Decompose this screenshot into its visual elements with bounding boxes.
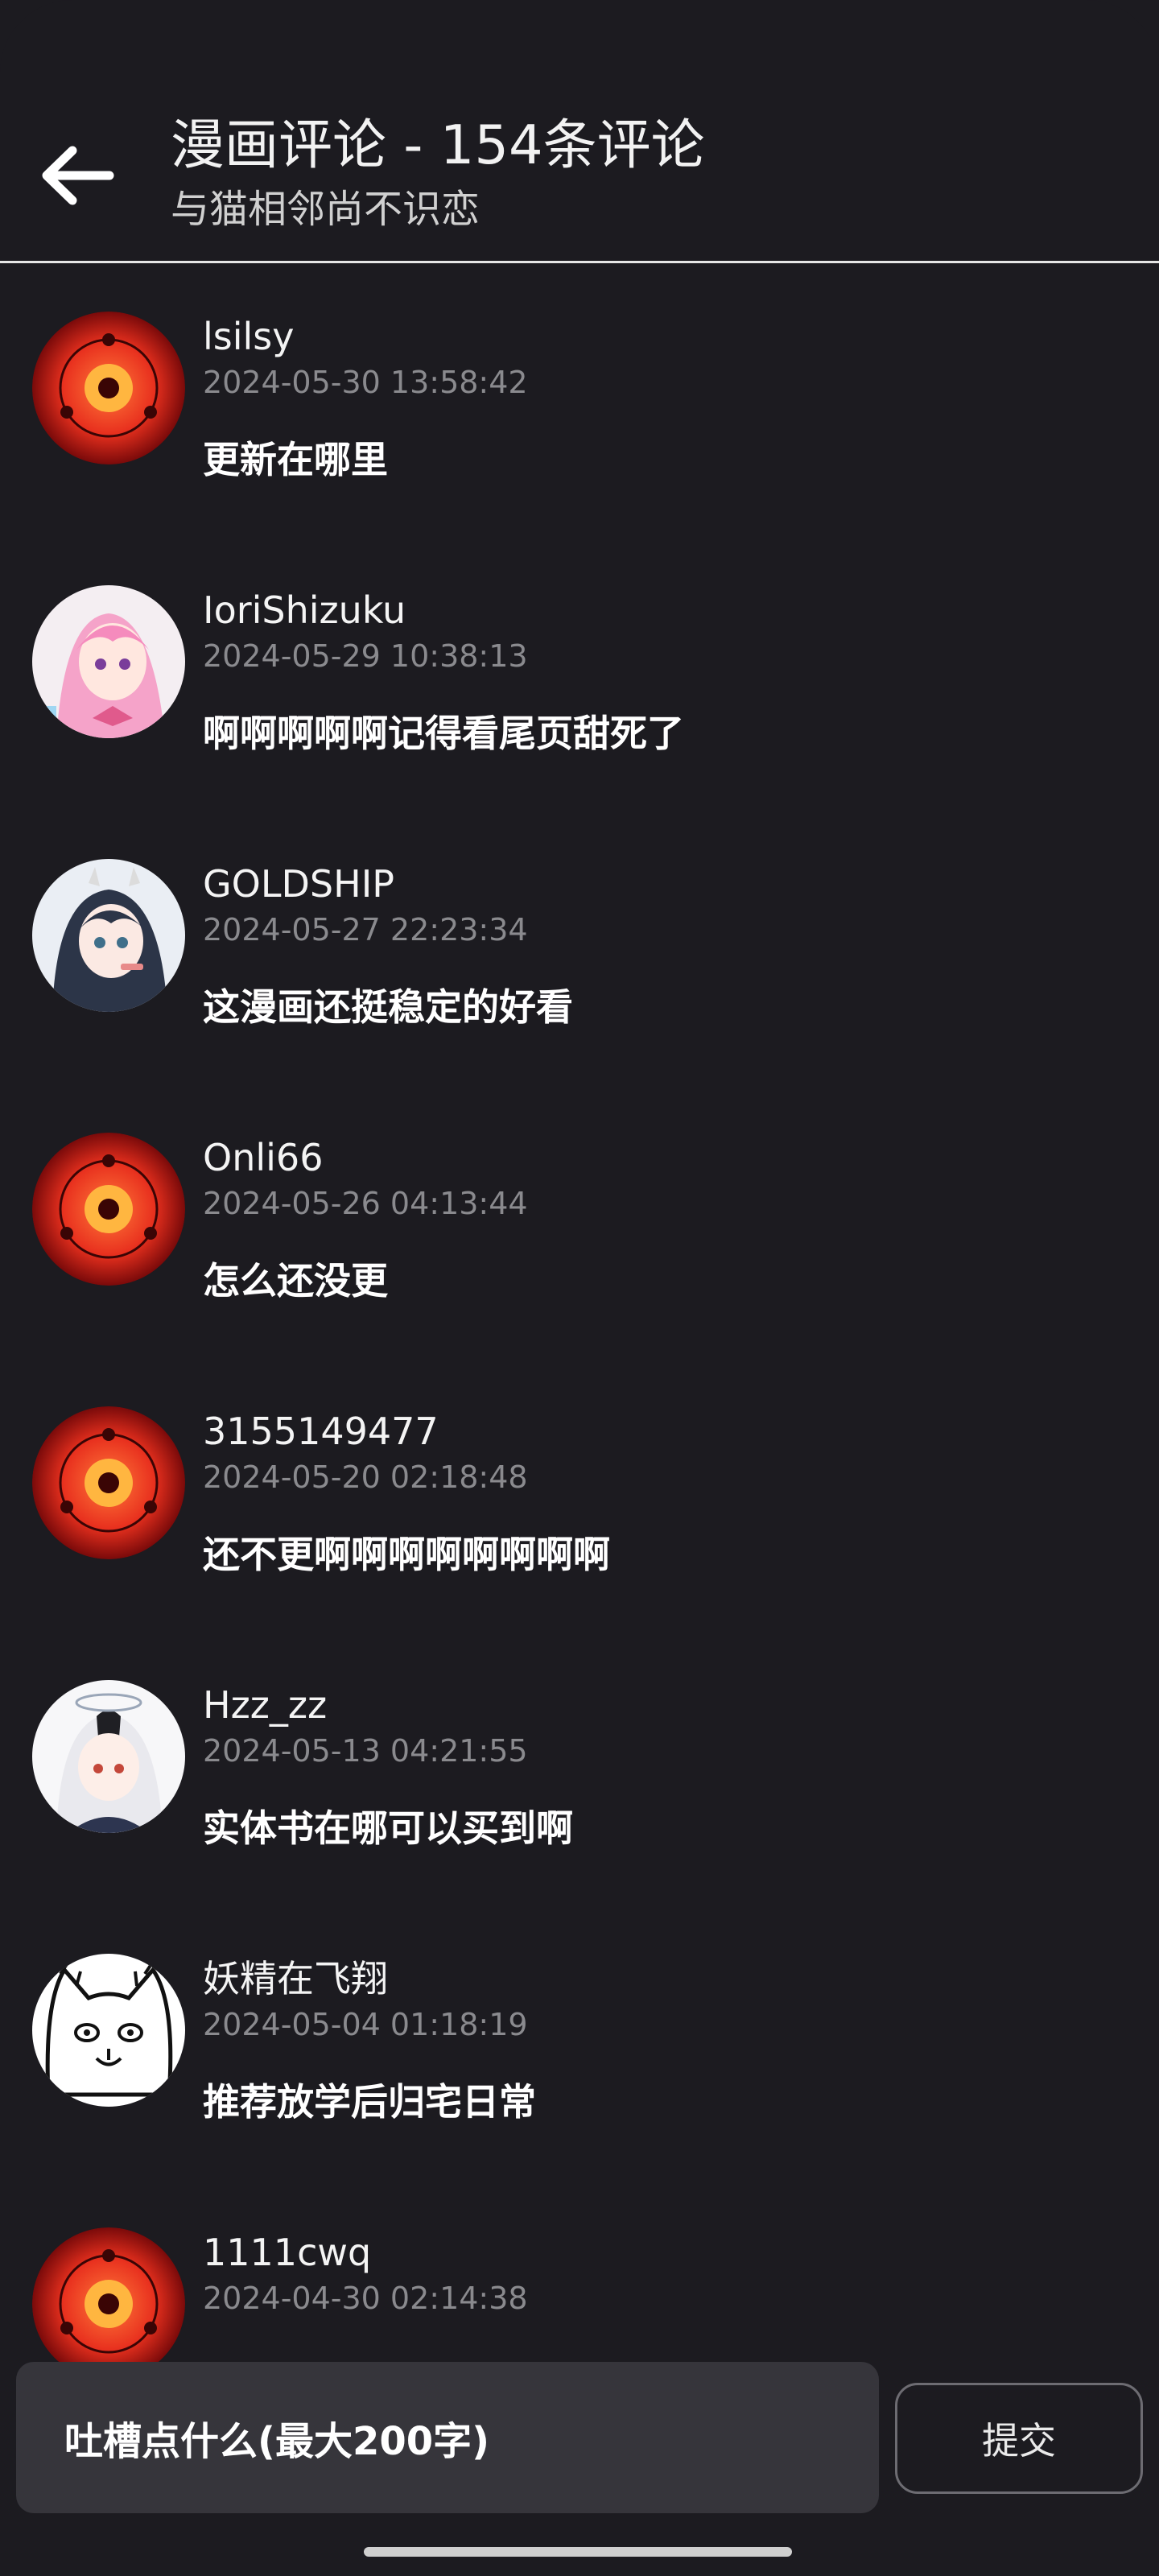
comment-item: Onli66 2024-05-26 04:13:44 怎么还没更 [0, 1087, 1159, 1360]
anime-girl-avatar-icon [32, 859, 185, 1012]
comment-username[interactable]: lsilsy [203, 314, 295, 359]
avatar[interactable] [32, 312, 185, 464]
back-button[interactable] [37, 135, 118, 216]
comment-text: 啊啊啊啊啊记得看尾页甜死了 [203, 712, 684, 755]
sharingan-avatar-icon [32, 1133, 185, 1286]
comment-username[interactable]: GOLDSHIP [203, 861, 394, 906]
comment-item: GOLDSHIP 2024-05-27 22:23:34 这漫画还挺稳定的好看 [0, 813, 1159, 1087]
avatar[interactable] [32, 585, 185, 738]
comment-text: 还不更啊啊啊啊啊啊啊啊 [203, 1533, 610, 1576]
comment-time: 2024-05-13 04:21:55 [203, 1733, 528, 1769]
cat-sketch-avatar-icon [32, 1954, 185, 2107]
comment-time: 2024-05-20 02:18:48 [203, 1459, 528, 1495]
comment-input[interactable]: 吐槽点什么(最大200字) [16, 2362, 879, 2513]
page-subtitle: 与猫相邻尚不识恋 [171, 187, 481, 232]
home-indicator[interactable] [364, 2547, 792, 2557]
anime-girl-avatar-icon [32, 585, 185, 738]
comment-item: 妖精在飞翔 2024-05-04 01:18:19 推荐放学后归宅日常 [0, 1908, 1159, 2182]
anime-girl-avatar-icon [32, 1680, 185, 1833]
avatar[interactable] [32, 1406, 185, 1559]
comment-username[interactable]: Onli66 [203, 1135, 323, 1180]
comment-item: Hzz_zz 2024-05-13 04:21:55 实体书在哪可以买到啊 [0, 1634, 1159, 1908]
sharingan-avatar-icon [32, 312, 185, 464]
comment-time: 2024-05-26 04:13:44 [203, 1186, 528, 1221]
comment-username[interactable]: IoriShizuku [203, 588, 406, 633]
sharingan-avatar-icon [32, 1406, 185, 1559]
avatar[interactable] [32, 859, 185, 1012]
avatar[interactable] [32, 2227, 185, 2380]
comment-time: 2024-05-30 13:58:42 [203, 365, 528, 400]
comment-text: 实体书在哪可以买到啊 [203, 1806, 573, 1850]
comment-time: 2024-05-04 01:18:19 [203, 2007, 528, 2042]
page-title: 漫画评论 - 154条评论 [171, 114, 705, 176]
comment-username[interactable]: 3155149477 [203, 1409, 439, 1454]
comment-username[interactable]: 妖精在飞翔 [203, 1956, 388, 2001]
avatar[interactable] [32, 1133, 185, 1286]
comment-text: 推荐放学后归宅日常 [203, 2080, 536, 2124]
comment-text: 怎么还没更 [203, 1259, 388, 1302]
arrow-left-icon [42, 146, 114, 205]
sharingan-avatar-icon [32, 2227, 185, 2380]
comment-time: 2024-05-27 22:23:34 [203, 912, 528, 947]
header: 漫画评论 - 154条评论 与猫相邻尚不识恋 [0, 0, 1159, 263]
comment-time: 2024-04-30 02:14:38 [203, 2281, 528, 2316]
submit-button[interactable]: 提交 [895, 2383, 1143, 2494]
comment-text: 这漫画还挺稳定的好看 [203, 985, 573, 1029]
comment-item: IoriShizuku 2024-05-29 10:38:13 啊啊啊啊啊记得看… [0, 539, 1159, 813]
comment-text: 更新在哪里 [203, 438, 388, 481]
comment-time: 2024-05-29 10:38:13 [203, 638, 528, 674]
comment-username[interactable]: Hzz_zz [203, 1682, 327, 1728]
avatar[interactable] [32, 1680, 185, 1833]
avatar[interactable] [32, 1954, 185, 2107]
comment-username[interactable]: 1111cwq [203, 2230, 371, 2275]
comments-screen: 漫画评论 - 154条评论 与猫相邻尚不识恋 lsilsy 2024-05-30… [0, 0, 1159, 2576]
comment-item: lsilsy 2024-05-30 13:58:42 更新在哪里 [0, 266, 1159, 539]
comment-item: 3155149477 2024-05-20 02:18:48 还不更啊啊啊啊啊啊… [0, 1360, 1159, 1634]
